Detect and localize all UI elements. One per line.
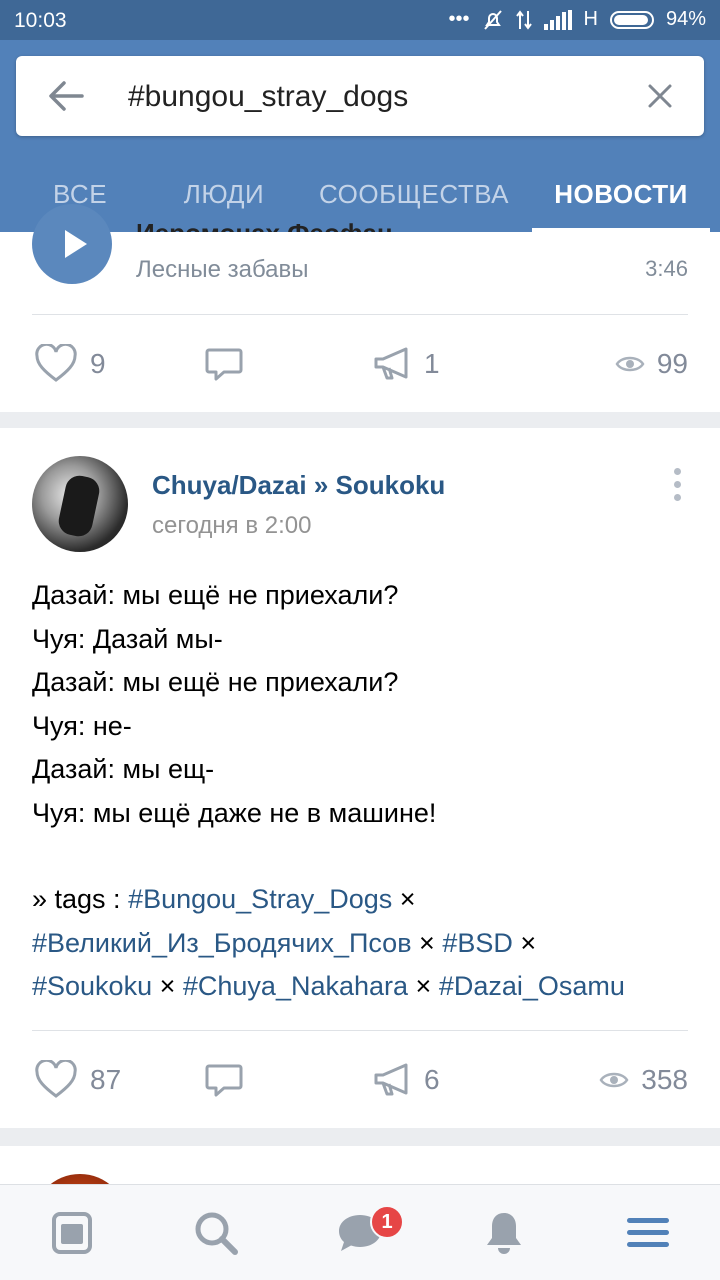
tags-prefix: » tags : xyxy=(32,884,129,914)
views-counter: 358 xyxy=(599,1050,688,1110)
post-date: сегодня в 2:00 xyxy=(152,512,312,539)
post-actions: 9 1 99 xyxy=(0,334,720,394)
nav-notifications[interactable] xyxy=(432,1185,576,1280)
bottom-nav: 1 xyxy=(0,1184,720,1280)
divider xyxy=(32,1030,688,1031)
post-author[interactable]: Chuya/Dazai » Soukoku xyxy=(152,470,445,501)
post-tags: » tags : #Bungou_Stray_Dogs × #Великий_И… xyxy=(32,878,692,1009)
play-button[interactable] xyxy=(32,204,112,284)
audio-title: Иеромонах Феофан xyxy=(136,218,393,232)
tag-separator: × xyxy=(408,971,439,1001)
hashtag-link[interactable]: #BSD xyxy=(442,928,513,958)
nav-menu[interactable] xyxy=(576,1185,720,1280)
hashtag-link[interactable]: #Великий_Из_Бродячих_Псов xyxy=(32,928,412,958)
bell-icon xyxy=(487,1213,521,1254)
post-text-line: Дазай: мы ещё не приехали? xyxy=(32,667,399,697)
eye-icon xyxy=(599,1072,629,1088)
comment-icon xyxy=(205,1064,243,1097)
post-text-line: Чуя: мы ещё даже не в машине! xyxy=(32,797,437,828)
nav-news[interactable] xyxy=(0,1185,144,1280)
tag-separator: × xyxy=(392,884,416,914)
data-transfer-icon xyxy=(515,9,532,30)
news-icon xyxy=(52,1212,92,1254)
tag-separator: × xyxy=(512,927,537,958)
unread-badge: 1 xyxy=(370,1205,404,1239)
share-button[interactable]: 1 xyxy=(372,334,440,394)
comment-button[interactable] xyxy=(204,1050,244,1110)
post-text: Дазай: мы ещё не приехали? Чуя: Дазай мы… xyxy=(32,574,692,835)
post-card: Иеромонах Феофан Лесные забавы 3:46 9 1 … xyxy=(0,204,720,412)
post-card: Chuya/Dazai » Soukoku сегодня в 2:00 Даз… xyxy=(0,428,720,1128)
audio-artist: Лесные забавы xyxy=(136,256,309,283)
signal-icon xyxy=(543,9,572,30)
search-input[interactable]: #bungou_stray_dogs xyxy=(128,80,408,114)
close-icon[interactable] xyxy=(642,78,678,114)
battery-icon xyxy=(609,10,654,29)
hashtag-link[interactable]: #Soukoku xyxy=(32,971,152,1001)
divider xyxy=(32,314,688,315)
avatar[interactable] xyxy=(32,456,128,552)
view-count: 358 xyxy=(641,1064,688,1095)
more-options-icon[interactable] xyxy=(674,468,682,502)
hashtag-link[interactable]: #Dazai_Osamu xyxy=(439,971,625,1001)
audio-duration: 3:46 xyxy=(645,256,688,281)
views-counter: 99 xyxy=(615,334,688,394)
header: #bungou_stray_dogs ВСЕ ЛЮДИ СООБЩЕСТВА Н… xyxy=(0,40,720,232)
nav-search[interactable] xyxy=(144,1185,288,1280)
like-count: 9 xyxy=(90,348,106,379)
back-arrow-icon[interactable] xyxy=(46,76,86,116)
mute-bell-icon xyxy=(483,9,502,30)
battery-level: 94% xyxy=(665,8,706,30)
network-type: H xyxy=(583,8,598,30)
megaphone-icon xyxy=(374,1063,408,1096)
search-bar: #bungou_stray_dogs xyxy=(16,56,704,136)
comment-icon xyxy=(205,348,243,381)
post-text-line: Дазай: мы ещё не приехали? xyxy=(32,580,399,610)
post-actions: 87 6 358 xyxy=(0,1050,720,1110)
share-count: 1 xyxy=(424,348,440,379)
megaphone-icon xyxy=(374,347,408,380)
more-dots-icon: ••• xyxy=(448,8,470,30)
like-count: 87 xyxy=(90,1064,122,1095)
share-button[interactable]: 6 xyxy=(372,1050,440,1110)
status-time: 10:03 xyxy=(14,9,67,32)
view-count: 99 xyxy=(656,348,688,379)
heart-icon xyxy=(35,344,77,382)
hashtag-link[interactable]: #Chuya_Nakahara xyxy=(183,971,408,1001)
search-icon xyxy=(195,1212,238,1255)
like-button[interactable]: 9 xyxy=(34,334,106,394)
menu-icon xyxy=(627,1218,669,1247)
tag-separator: × xyxy=(411,927,443,958)
like-button[interactable]: 87 xyxy=(34,1050,121,1110)
status-icons: ••• H 94% xyxy=(449,8,707,31)
post-text-line: Чуя: Дазай мы- xyxy=(32,623,223,654)
post-text-line: Чуя: не- xyxy=(32,710,132,741)
tab-news[interactable]: НОВОСТИ xyxy=(532,156,710,232)
heart-icon xyxy=(35,1060,77,1098)
nav-messages[interactable]: 1 xyxy=(288,1185,432,1280)
post-text-line: Дазай: мы ещ- xyxy=(32,754,215,784)
eye-icon xyxy=(615,356,645,372)
hashtag-link[interactable]: #Bungou_Stray_Dogs xyxy=(128,884,392,914)
status-bar: 10:03 ••• H 94% xyxy=(0,0,720,40)
tag-separator: × xyxy=(152,971,183,1001)
comment-button[interactable] xyxy=(204,334,244,394)
share-count: 6 xyxy=(424,1064,440,1095)
